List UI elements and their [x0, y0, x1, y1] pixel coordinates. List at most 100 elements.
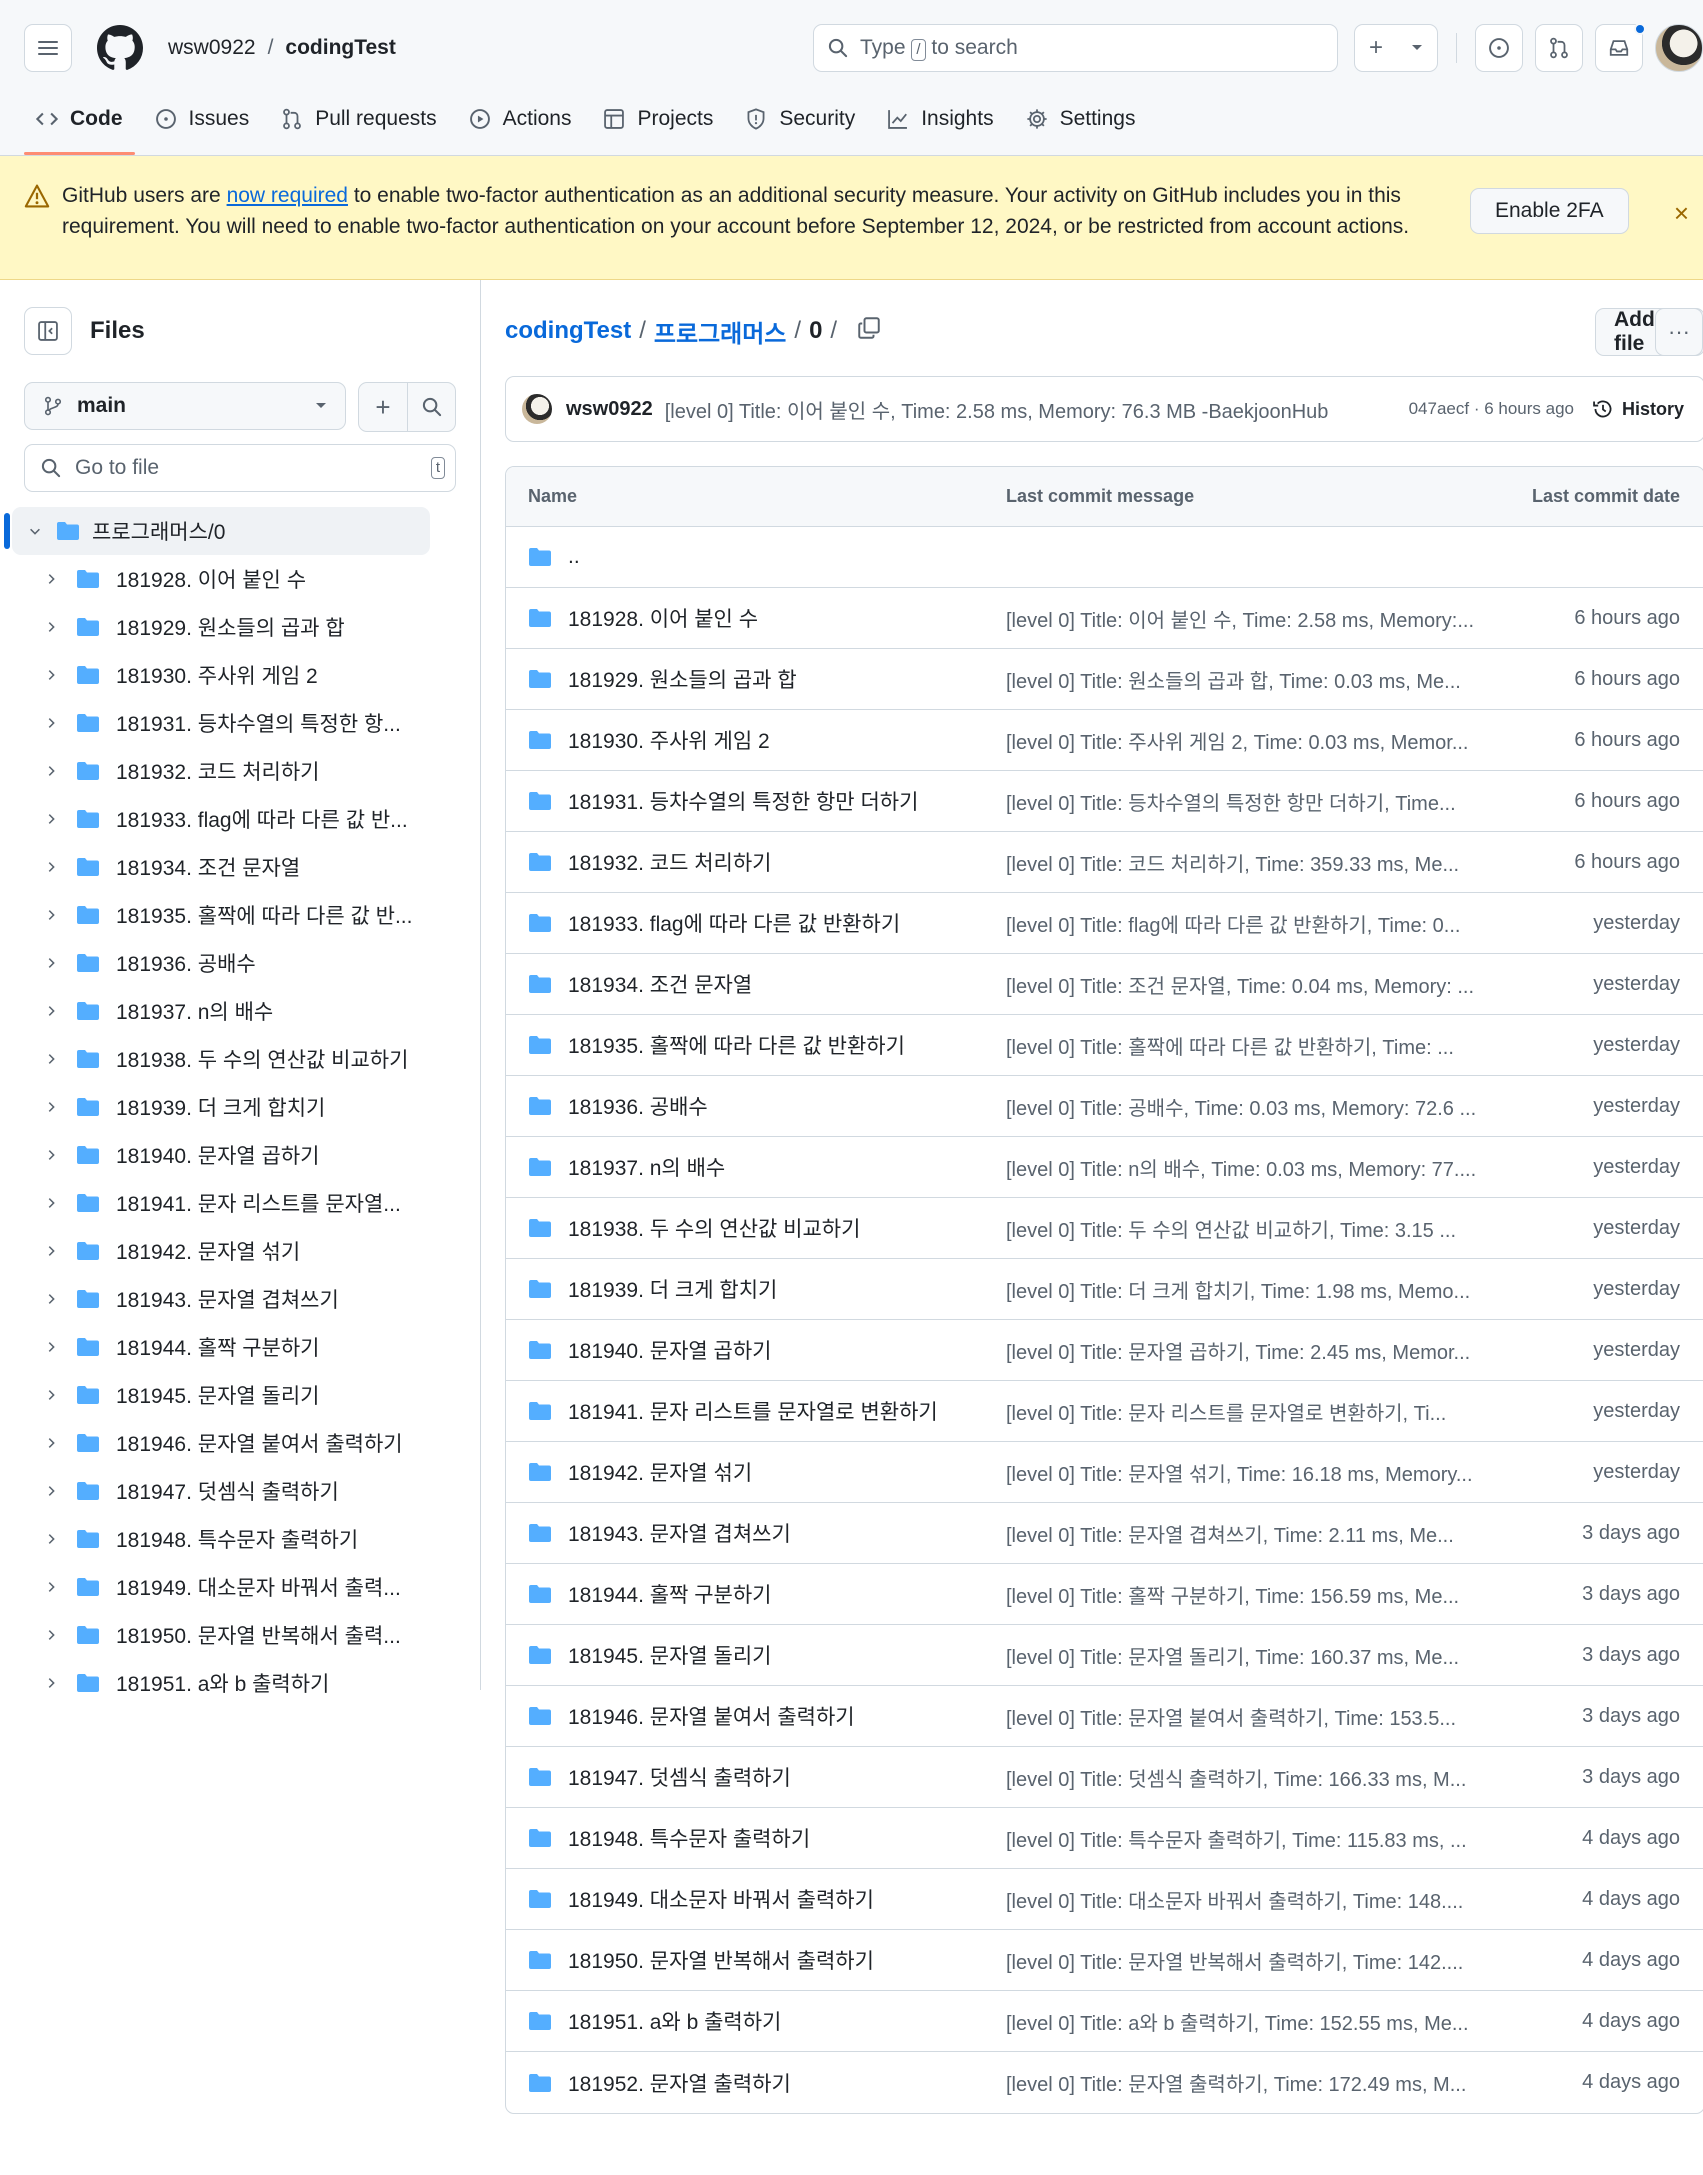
tree-item[interactable]: 181931. 등차수열의 특정한 항...: [12, 699, 456, 747]
inbox-button[interactable]: [1595, 23, 1646, 72]
row-commit-message[interactable]: [level 0] Title: 문자열 출력하기, Time: 172.49 …: [1006, 2068, 1496, 2097]
table-row[interactable]: 181939. 더 크게 합치기 [level 0] Title: 더 크게 합치…: [506, 1259, 1703, 1320]
row-name-link[interactable]: 181943. 문자열 겹쳐쓰기: [568, 1518, 791, 1548]
row-commit-message[interactable]: [level 0] Title: 공배수, Time: 0.03 ms, Mem…: [1006, 1092, 1496, 1121]
commit-meta[interactable]: 047aecf · 6 hours ago: [1409, 399, 1574, 419]
tree-item[interactable]: 181940. 문자열 곱하기: [12, 1131, 456, 1179]
table-row[interactable]: 181943. 문자열 겹쳐쓰기 [level 0] Title: 문자열 겹쳐쓰…: [506, 1503, 1703, 1564]
row-commit-message[interactable]: [level 0] Title: n의 배수, Time: 0.03 ms, M…: [1006, 1153, 1496, 1182]
row-commit-message[interactable]: [level 0] Title: 홀짝에 따라 다른 값 반환하기, Time:…: [1006, 1031, 1496, 1060]
row-commit-message[interactable]: [level 0] Title: 이어 붙인 수, Time: 2.58 ms,…: [1006, 604, 1496, 633]
table-row[interactable]: 181950. 문자열 반복해서 출력하기 [level 0] Title: 문자…: [506, 1930, 1703, 1991]
tree-item[interactable]: 181941. 문자 리스트를 문자열...: [12, 1179, 456, 1227]
row-name-link[interactable]: 181949. 대소문자 바꿔서 출력하기: [568, 1884, 874, 1914]
tree-item[interactable]: 181943. 문자열 겹쳐쓰기: [12, 1275, 456, 1323]
tree-item[interactable]: 181937. n의 배수: [12, 987, 456, 1035]
table-row[interactable]: 181938. 두 수의 연산값 비교하기 [level 0] Title: 두 …: [506, 1198, 1703, 1259]
commit-author[interactable]: wsw0922: [566, 398, 653, 421]
row-name-link[interactable]: 181942. 문자열 섞기: [568, 1457, 752, 1487]
tree-item[interactable]: 181936. 공배수: [12, 939, 456, 987]
row-name-link[interactable]: 181933. flag에 따라 다른 값 반환하기: [568, 908, 900, 938]
table-row[interactable]: 181947. 덧셈식 출력하기 [level 0] Title: 덧셈식 출력하…: [506, 1747, 1703, 1808]
tree-item[interactable]: 181939. 더 크게 합치기: [12, 1083, 456, 1131]
row-name-link[interactable]: 181937. n의 배수: [568, 1152, 725, 1182]
tab-code[interactable]: Code: [24, 95, 135, 155]
row-name-link[interactable]: 181938. 두 수의 연산값 비교하기: [568, 1213, 860, 1243]
table-row[interactable]: 181929. 원소들의 곱과 합 [level 0] Title: 원소들의 곱…: [506, 649, 1703, 710]
row-name-link[interactable]: 181929. 원소들의 곱과 합: [568, 664, 797, 694]
row-name-link[interactable]: 181934. 조건 문자열: [568, 969, 752, 999]
tree-item[interactable]: 181938. 두 수의 연산값 비교하기: [12, 1035, 456, 1083]
history-button[interactable]: History: [1592, 398, 1684, 420]
table-row[interactable]: 181931. 등차수열의 특정한 항만 더하기 [level 0] Title:…: [506, 771, 1703, 832]
row-commit-message[interactable]: [level 0] Title: 문자열 반복해서 출력하기, Time: 14…: [1006, 1946, 1496, 1975]
tree-item[interactable]: 181951. a와 b 출력하기: [12, 1659, 456, 1707]
tree-item[interactable]: 181946. 문자열 붙여서 출력하기: [12, 1419, 456, 1467]
row-commit-message[interactable]: [level 0] Title: 원소들의 곱과 합, Time: 0.03 m…: [1006, 665, 1496, 694]
row-name-link[interactable]: 181947. 덧셈식 출력하기: [568, 1762, 791, 1792]
row-commit-message[interactable]: [level 0] Title: 주사위 게임 2, Time: 0.03 ms…: [1006, 726, 1496, 755]
tree-item[interactable]: 181950. 문자열 반복해서 출력...: [12, 1611, 456, 1659]
breadcrumb-folder-link[interactable]: 프로그래머스: [654, 314, 786, 349]
table-row[interactable]: 181944. 홀짝 구분하기 [level 0] Title: 홀짝 구분하기,…: [506, 1564, 1703, 1625]
row-name-link[interactable]: 181946. 문자열 붙여서 출력하기: [568, 1701, 855, 1731]
commit-message[interactable]: [level 0] Title: 이어 붙인 수, Time: 2.58 ms,…: [665, 395, 1329, 424]
row-commit-message[interactable]: [level 0] Title: 문자열 붙여서 출력하기, Time: 153…: [1006, 1702, 1496, 1731]
table-row[interactable]: 181936. 공배수 [level 0] Title: 공배수, Time: 0…: [506, 1076, 1703, 1137]
breadcrumb-repo-link[interactable]: codingTest: [505, 317, 631, 345]
table-row[interactable]: 181930. 주사위 게임 2 [level 0] Title: 주사위 게임 …: [506, 710, 1703, 771]
tree-item[interactable]: 181933. flag에 따라 다른 값 반...: [12, 795, 456, 843]
add-file-button[interactable]: +: [359, 383, 407, 431]
row-commit-message[interactable]: [level 0] Title: 홀짝 구분하기, Time: 156.59 m…: [1006, 1580, 1496, 1609]
user-avatar[interactable]: [1655, 24, 1703, 72]
tree-item[interactable]: 181944. 홀짝 구분하기: [12, 1323, 456, 1371]
row-name-link[interactable]: 181931. 등차수열의 특정한 항만 더하기: [568, 786, 918, 816]
search-input[interactable]: Type / to search: [813, 24, 1338, 72]
tree-item[interactable]: 181949. 대소문자 바꿔서 출력...: [12, 1563, 456, 1611]
row-name-link[interactable]: 181941. 문자 리스트를 문자열로 변환하기: [568, 1396, 938, 1426]
repo-name-link[interactable]: codingTest: [285, 36, 395, 60]
tree-item[interactable]: 181929. 원소들의 곱과 합: [12, 603, 456, 651]
table-row[interactable]: 181933. flag에 따라 다른 값 반환하기 [level 0] Titl…: [506, 893, 1703, 954]
table-row[interactable]: 181942. 문자열 섞기 [level 0] Title: 문자열 섞기, T…: [506, 1442, 1703, 1503]
tab-actions[interactable]: Actions: [457, 95, 584, 143]
row-name-link[interactable]: 181935. 홀짝에 따라 다른 값 반환하기: [568, 1030, 905, 1060]
pull-requests-button[interactable]: [1535, 24, 1583, 72]
tree-item[interactable]: 181928. 이어 붙인 수: [12, 555, 456, 603]
tree-item[interactable]: 181930. 주사위 게임 2: [12, 651, 456, 699]
table-row[interactable]: 181949. 대소문자 바꿔서 출력하기 [level 0] Title: 대소…: [506, 1869, 1703, 1930]
copy-path-button[interactable]: [857, 316, 881, 347]
row-commit-message[interactable]: [level 0] Title: 문자열 곱하기, Time: 2.45 ms,…: [1006, 1336, 1496, 1365]
row-name-link[interactable]: 181945. 문자열 돌리기: [568, 1640, 772, 1670]
row-commit-message[interactable]: [level 0] Title: 등차수열의 특정한 항만 더하기, Time.…: [1006, 787, 1496, 816]
row-commit-message[interactable]: [level 0] Title: 코드 처리하기, Time: 359.33 m…: [1006, 848, 1496, 877]
row-name-link[interactable]: 181930. 주사위 게임 2: [568, 725, 770, 755]
search-files-button[interactable]: [407, 383, 455, 431]
table-row[interactable]: 181932. 코드 처리하기 [level 0] Title: 코드 처리하기,…: [506, 832, 1703, 893]
more-options-button[interactable]: ···: [1655, 308, 1703, 356]
tab-security[interactable]: Security: [733, 95, 867, 143]
tab-projects[interactable]: Projects: [591, 95, 725, 143]
row-name-link[interactable]: 181951. a와 b 출력하기: [568, 2006, 781, 2036]
tree-item[interactable]: 181934. 조건 문자열: [12, 843, 456, 891]
table-row[interactable]: 181946. 문자열 붙여서 출력하기 [level 0] Title: 문자열…: [506, 1686, 1703, 1747]
create-new-button[interactable]: +: [1354, 24, 1438, 72]
branch-selector[interactable]: main: [24, 382, 346, 430]
issues-button[interactable]: [1475, 24, 1523, 72]
row-commit-message[interactable]: [level 0] Title: 문자 리스트를 문자열로 변환하기, Ti..…: [1006, 1397, 1496, 1426]
table-row[interactable]: 181952. 문자열 출력하기 [level 0] Title: 문자열 출력하…: [506, 2052, 1703, 2113]
commit-author-avatar[interactable]: [522, 394, 552, 424]
table-row[interactable]: 181951. a와 b 출력하기 [level 0] Title: a와 b 출…: [506, 1991, 1703, 2052]
row-commit-message[interactable]: [level 0] Title: 문자열 겹쳐쓰기, Time: 2.11 ms…: [1006, 1519, 1496, 1548]
row-name-link[interactable]: 181952. 문자열 출력하기: [568, 2068, 791, 2098]
row-name-link[interactable]: 181940. 문자열 곱하기: [568, 1335, 772, 1365]
tree-item[interactable]: 181935. 홀짝에 따라 다른 값 반...: [12, 891, 456, 939]
tab-settings[interactable]: Settings: [1014, 95, 1148, 143]
go-to-file-input[interactable]: Go to file t: [24, 444, 456, 492]
table-row[interactable]: 181937. n의 배수 [level 0] Title: n의 배수, Tim…: [506, 1137, 1703, 1198]
table-row[interactable]: 181941. 문자 리스트를 문자열로 변환하기 [level 0] Title…: [506, 1381, 1703, 1442]
tab-insights[interactable]: Insights: [875, 95, 1005, 143]
tree-item[interactable]: 181945. 문자열 돌리기: [12, 1371, 456, 1419]
row-name-link[interactable]: 181936. 공배수: [568, 1091, 708, 1121]
collapse-sidebar-button[interactable]: [24, 307, 72, 355]
